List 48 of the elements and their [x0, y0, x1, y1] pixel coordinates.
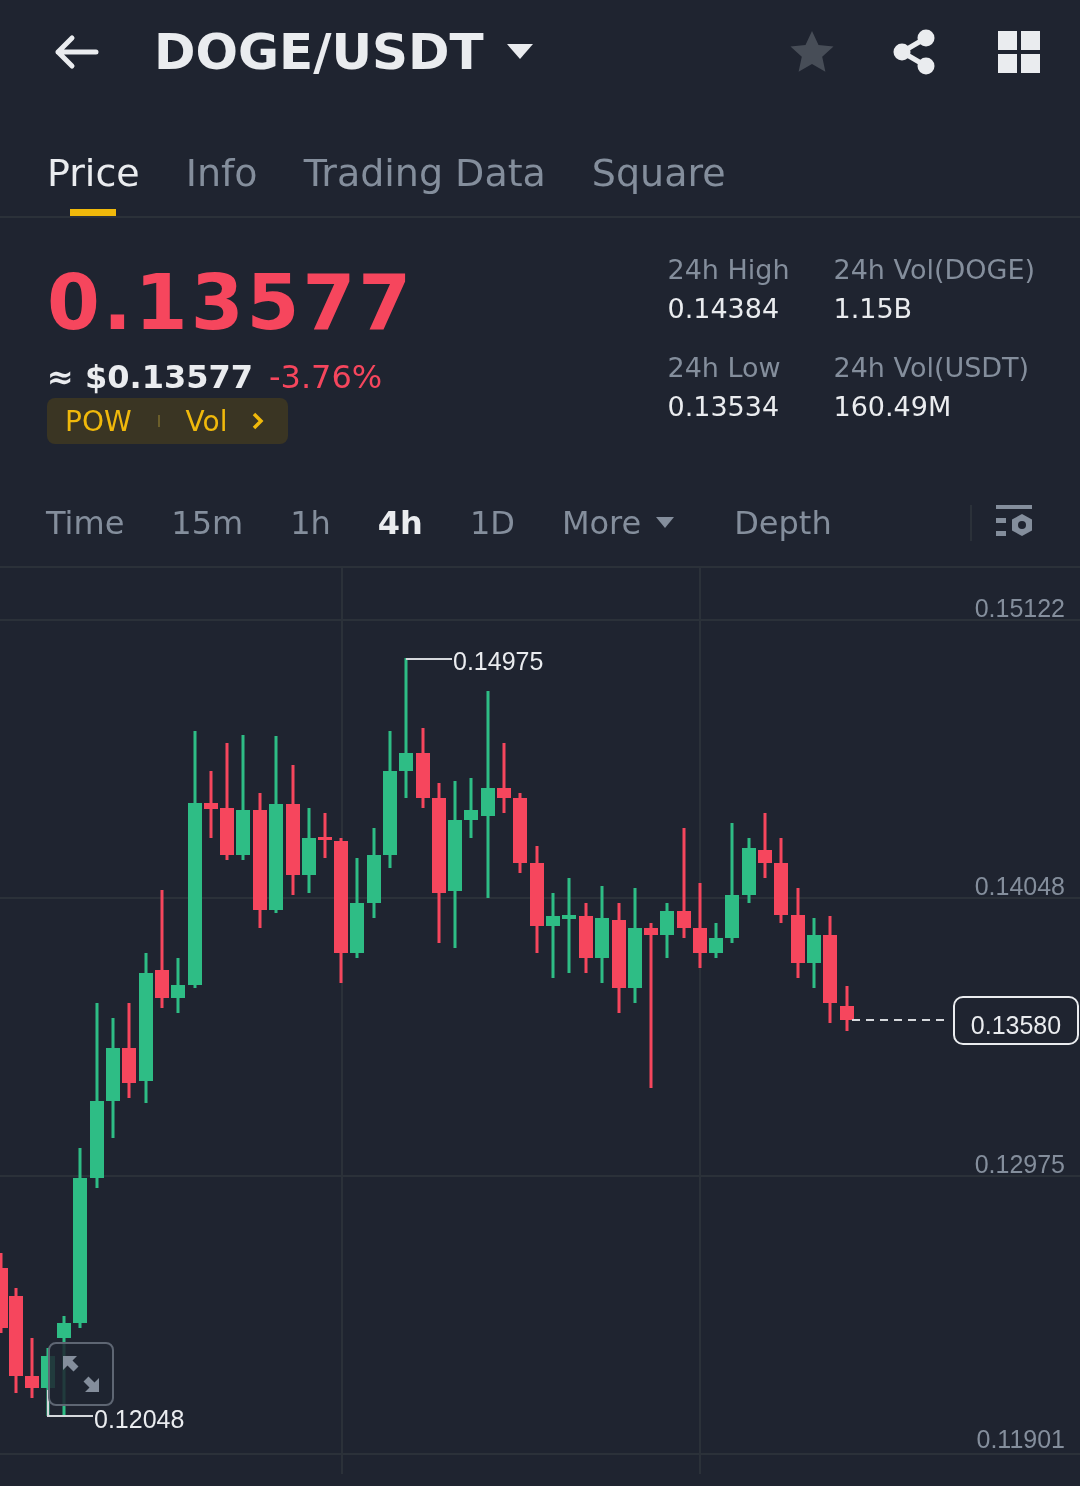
depth-tab[interactable]: Depth — [734, 504, 832, 542]
price-change: -3.76% — [268, 358, 383, 396]
interval-tab[interactable]: 1h — [290, 504, 331, 542]
stat-value: 0.13534 — [667, 391, 781, 422]
price-axis-label: 0.15122 — [974, 594, 1065, 622]
candlestick — [840, 986, 854, 1031]
candlestick — [171, 958, 185, 1013]
more-dropdown[interactable]: More — [561, 504, 676, 542]
interval-tab[interactable]: 4h — [377, 504, 423, 542]
candlestick — [807, 918, 821, 988]
interval-tab[interactable]: 1D — [469, 504, 515, 542]
tab[interactable]: Price — [47, 104, 140, 216]
fiat-price: ≈ $0.13577 — [47, 358, 253, 396]
expand-icon — [61, 1354, 101, 1394]
price-axis-label: 0.11901 — [976, 1425, 1065, 1453]
pair-selector[interactable]: DOGE/USDT — [154, 23, 534, 81]
candlestick — [204, 771, 218, 838]
interval-tab[interactable]: 15m — [171, 504, 244, 542]
stat-label: 24h High — [667, 254, 791, 285]
candlestick — [25, 1338, 39, 1398]
candlestick — [660, 903, 674, 958]
stat-value: 0.14384 — [667, 293, 781, 324]
last-price-tag: 0.13580 — [953, 996, 1079, 1045]
tab-indicator — [70, 209, 117, 216]
interval-tab[interactable]: Time — [46, 504, 125, 542]
stat-value: 160.49M — [833, 391, 953, 422]
candlestick — [742, 838, 756, 903]
tab[interactable]: Info — [185, 104, 258, 216]
candlestick — [758, 813, 772, 878]
tab[interactable]: Square — [591, 104, 726, 216]
tab[interactable]: Trading Data — [303, 104, 546, 216]
stat-label: 24h Vol(USDT) — [833, 352, 1031, 383]
stat-label: 24h Vol(DOGE) — [833, 254, 1035, 285]
price-axis-label: 0.14048 — [974, 872, 1065, 900]
candlestick — [497, 743, 511, 813]
fullscreen-button[interactable] — [48, 1342, 114, 1406]
candlestick — [579, 903, 593, 973]
stat-label: 24h Low — [667, 352, 782, 383]
candlestick — [318, 813, 332, 858]
candlestick — [464, 778, 478, 838]
tag-chip[interactable]: POW Vol — [47, 398, 288, 444]
caret-icon — [505, 43, 534, 61]
stat-value: 1.15B — [833, 293, 914, 324]
candlestick — [709, 923, 723, 958]
grid-icon[interactable] — [998, 31, 1040, 73]
last-price: 0.13577 — [47, 258, 416, 348]
caret-icon — [655, 516, 676, 530]
price-axis-label: 0.12975 — [974, 1150, 1065, 1178]
